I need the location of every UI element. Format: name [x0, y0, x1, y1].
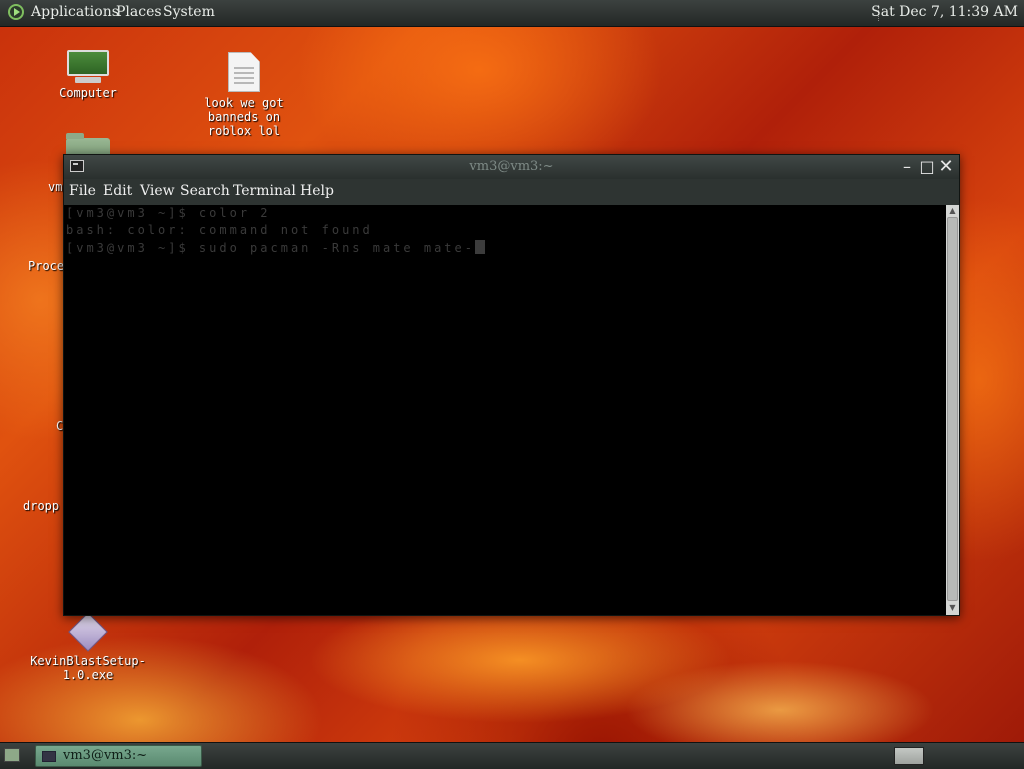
workspace-switcher[interactable]	[894, 747, 924, 765]
scroll-down-arrow-icon[interactable]: ▼	[947, 603, 958, 613]
text-cursor	[474, 240, 485, 254]
desktop-icon-kevinblast-setup[interactable]: KevinBlastSetup- 1.0.exe	[20, 612, 156, 682]
window-titlebar[interactable]: vm3@vm3:~ – □ ✕	[64, 155, 959, 179]
distro-logo-icon[interactable]	[8, 4, 24, 20]
clock[interactable]: Sat Dec 7, 11:39 AM	[871, 4, 1018, 20]
terminal-input-text: [vm3@vm3 ~]$ sudo pacman -Rns mate mate-	[66, 241, 475, 255]
scroll-up-arrow-icon[interactable]: ▲	[947, 206, 958, 216]
desktop-icon-label: Proce	[28, 259, 65, 273]
desktop-icon-label: look we got banneds on roblox lol	[204, 96, 284, 138]
scrollbar-thumb[interactable]	[947, 217, 958, 601]
menu-edit[interactable]: Edit	[103, 183, 132, 199]
terminal-output[interactable]: [vm3@vm3 ~]$ color 2 bash: color: comman…	[64, 205, 946, 615]
terminal-line: [vm3@vm3 ~]$ color 2	[66, 206, 271, 220]
terminal-icon	[42, 751, 56, 762]
menu-help[interactable]: Help	[300, 183, 334, 199]
menu-terminal[interactable]: Terminal	[233, 183, 296, 199]
menu-file[interactable]: File	[69, 183, 96, 199]
taskbar-button-label: vm3@vm3:~	[63, 748, 148, 763]
menu-view[interactable]: View	[140, 183, 175, 199]
minimize-icon[interactable]: –	[898, 158, 916, 176]
system-menu[interactable]: System	[163, 4, 215, 20]
close-icon[interactable]: ✕	[937, 158, 955, 176]
top-panel: Applications Places System Sat Dec 7, 11…	[0, 0, 1024, 27]
text-document-icon	[228, 52, 260, 92]
applications-menu[interactable]: Applications	[31, 4, 119, 20]
places-menu[interactable]: Places	[116, 4, 162, 20]
desktop-icon-label: dropp	[23, 499, 60, 513]
desktop-icon-computer[interactable]: Computer	[52, 50, 124, 100]
terminal-line-current: [vm3@vm3 ~]$ sudo pacman -Rns mate mate-	[66, 240, 485, 255]
menu-search[interactable]: Search	[180, 183, 230, 199]
computer-icon	[65, 50, 111, 84]
desktop-icon-text-file[interactable]: look we got banneds on roblox lol	[196, 52, 292, 138]
desktop-icon-label: Computer	[59, 86, 117, 100]
desktop-icon-label: KevinBlastSetup- 1.0.exe	[30, 654, 146, 682]
terminal-line: bash: color: command not found	[66, 223, 373, 237]
taskbar-terminal-button[interactable]: vm3@vm3:~	[35, 745, 202, 767]
terminal-scrollbar[interactable]: ▲ ▼	[946, 205, 959, 615]
show-desktop-icon[interactable]	[4, 748, 20, 762]
window-title: vm3@vm3:~	[469, 159, 554, 174]
bottom-panel: vm3@vm3:~	[0, 742, 1024, 769]
terminal-menubar: File Edit View Search Terminal Help	[64, 179, 959, 205]
desktop-icon-dropbox[interactable]: dropp	[23, 499, 65, 513]
desktop-icon-processes[interactable]: Proce	[28, 259, 68, 273]
terminal-window[interactable]: vm3@vm3:~ – □ ✕ File Edit View Search Te…	[63, 154, 960, 616]
maximize-icon[interactable]: □	[918, 158, 936, 176]
exe-installer-icon	[68, 612, 108, 652]
